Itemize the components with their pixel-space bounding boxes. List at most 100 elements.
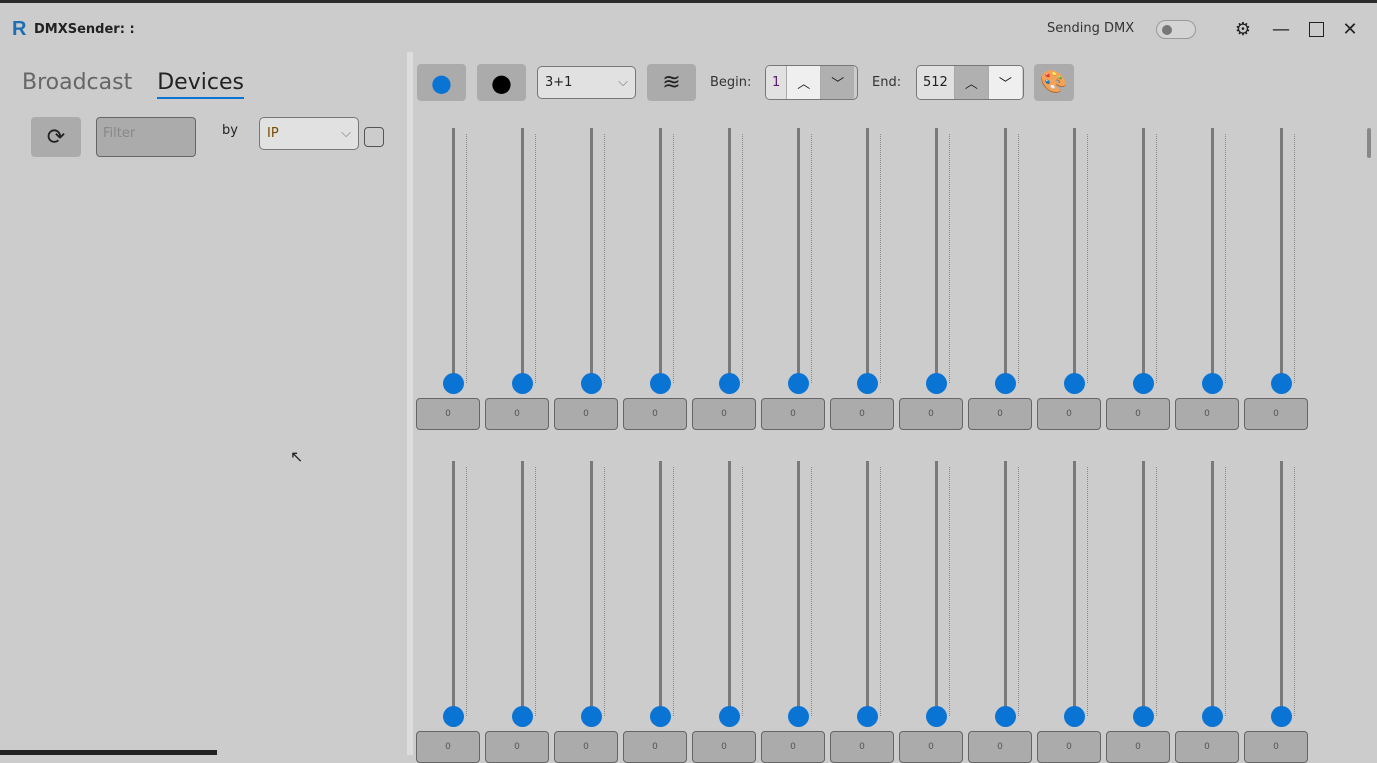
fader-knob[interactable] (719, 373, 740, 394)
light-on-button[interactable]: ● (417, 64, 466, 101)
channel-value-box[interactable]: 0 (416, 731, 480, 763)
fader-track[interactable] (1211, 128, 1214, 383)
fader-track[interactable] (1280, 461, 1283, 716)
fader-track[interactable] (935, 128, 938, 383)
light-off-button[interactable]: ● (477, 64, 526, 101)
end-down-button[interactable]: ﹀ (987, 66, 1022, 99)
fader-track[interactable] (1280, 128, 1283, 383)
color-palette-button[interactable]: 🎨 (1034, 64, 1074, 101)
close-button[interactable]: ✕ (1338, 17, 1362, 41)
channel-value-box[interactable]: 0 (623, 398, 687, 430)
fader-track[interactable] (452, 461, 455, 716)
end-up-button[interactable]: ︿ (953, 66, 988, 99)
begin-spinner[interactable]: 1 ︿ ﹀ (765, 65, 858, 100)
fader-track[interactable] (1004, 128, 1007, 383)
fader-knob[interactable] (857, 373, 878, 394)
fader-knob[interactable] (719, 706, 740, 727)
tab-broadcast[interactable]: Broadcast (22, 70, 132, 99)
fader-track[interactable] (728, 128, 731, 383)
fader-track[interactable] (659, 461, 662, 716)
fader-track[interactable] (1004, 461, 1007, 716)
fader-track[interactable] (1142, 461, 1145, 716)
fader-knob[interactable] (443, 706, 464, 727)
fader-track[interactable] (935, 461, 938, 716)
channel-value-box[interactable]: 0 (623, 731, 687, 763)
fader-knob[interactable] (1202, 373, 1223, 394)
fader-track[interactable] (1142, 128, 1145, 383)
fader-knob[interactable] (1202, 706, 1223, 727)
fader-track[interactable] (1073, 461, 1076, 716)
panel-splitter[interactable] (407, 52, 413, 755)
fader-knob[interactable] (650, 706, 671, 727)
fader-knob[interactable] (650, 373, 671, 394)
maximize-button[interactable] (1304, 17, 1328, 41)
tab-devices[interactable]: Devices (157, 70, 244, 99)
channel-value-box[interactable]: 0 (1037, 731, 1101, 763)
fader-track[interactable] (659, 128, 662, 383)
fader-track[interactable] (797, 461, 800, 716)
begin-up-button[interactable]: ︿ (786, 66, 821, 99)
begin-down-button[interactable]: ﹀ (820, 66, 855, 99)
vertical-scrollbar[interactable] (1367, 128, 1371, 158)
fader-track[interactable] (797, 128, 800, 383)
fader-track[interactable] (866, 461, 869, 716)
minimize-button[interactable]: — (1269, 17, 1293, 41)
settings-gear-icon[interactable]: ⚙ (1231, 17, 1255, 41)
channel-value-box[interactable]: 0 (692, 398, 756, 430)
fader-knob[interactable] (443, 373, 464, 394)
fader-track[interactable] (1211, 461, 1214, 716)
fader-knob[interactable] (995, 706, 1016, 727)
filter-input[interactable]: Filter (96, 117, 196, 157)
fader-track[interactable] (590, 461, 593, 716)
fader-knob[interactable] (995, 373, 1016, 394)
fader-track[interactable] (1073, 128, 1076, 383)
fader-track[interactable] (452, 128, 455, 383)
fader-knob[interactable] (857, 706, 878, 727)
fader-knob[interactable] (1064, 373, 1085, 394)
channel-value-box[interactable]: 0 (968, 398, 1032, 430)
fader-knob[interactable] (1271, 706, 1292, 727)
channel-value-box[interactable]: 0 (554, 731, 618, 763)
fader-track[interactable] (866, 128, 869, 383)
fader-knob[interactable] (926, 706, 947, 727)
channel-value-box[interactable]: 0 (761, 731, 825, 763)
fader-track[interactable] (728, 461, 731, 716)
begin-value[interactable]: 1 (766, 66, 787, 99)
fader-knob[interactable] (1064, 706, 1085, 727)
mode-select[interactable]: 3+1 ⌵ (537, 66, 636, 99)
channel-value-box[interactable]: 0 (1175, 731, 1239, 763)
fader-track[interactable] (521, 461, 524, 716)
channel-value-box[interactable]: 0 (554, 398, 618, 430)
filter-by-select[interactable]: IP ⌵ (259, 117, 359, 150)
fader-knob[interactable] (1133, 706, 1154, 727)
fader-knob[interactable] (581, 706, 602, 727)
end-spinner[interactable]: 512 ︿ ﹀ (916, 65, 1024, 100)
channel-value-box[interactable]: 0 (1244, 398, 1308, 430)
channel-value-box[interactable]: 0 (899, 398, 963, 430)
wave-button[interactable]: ≋ (647, 64, 696, 101)
refresh-button[interactable]: ⟳ (31, 117, 81, 157)
channel-value-box[interactable]: 0 (692, 731, 756, 763)
channel-value-box[interactable]: 0 (761, 398, 825, 430)
fader-knob[interactable] (512, 706, 533, 727)
fader-track[interactable] (590, 128, 593, 383)
fader-knob[interactable] (1133, 373, 1154, 394)
sending-dmx-toggle[interactable] (1156, 20, 1196, 39)
channel-value-box[interactable]: 0 (485, 398, 549, 430)
channel-value-box[interactable]: 0 (968, 731, 1032, 763)
channel-value-box[interactable]: 0 (1037, 398, 1101, 430)
channel-value-box[interactable]: 0 (1244, 731, 1308, 763)
filter-checkbox[interactable] (364, 127, 384, 147)
fader-knob[interactable] (788, 373, 809, 394)
channel-value-box[interactable]: 0 (485, 731, 549, 763)
channel-value-box[interactable]: 0 (899, 731, 963, 763)
channel-value-box[interactable]: 0 (830, 731, 894, 763)
channel-value-box[interactable]: 0 (1175, 398, 1239, 430)
fader-knob[interactable] (926, 373, 947, 394)
channel-value-box[interactable]: 0 (1106, 731, 1170, 763)
fader-knob[interactable] (788, 706, 809, 727)
channel-value-box[interactable]: 0 (416, 398, 480, 430)
fader-knob[interactable] (512, 373, 533, 394)
channel-value-box[interactable]: 0 (1106, 398, 1170, 430)
fader-knob[interactable] (1271, 373, 1292, 394)
